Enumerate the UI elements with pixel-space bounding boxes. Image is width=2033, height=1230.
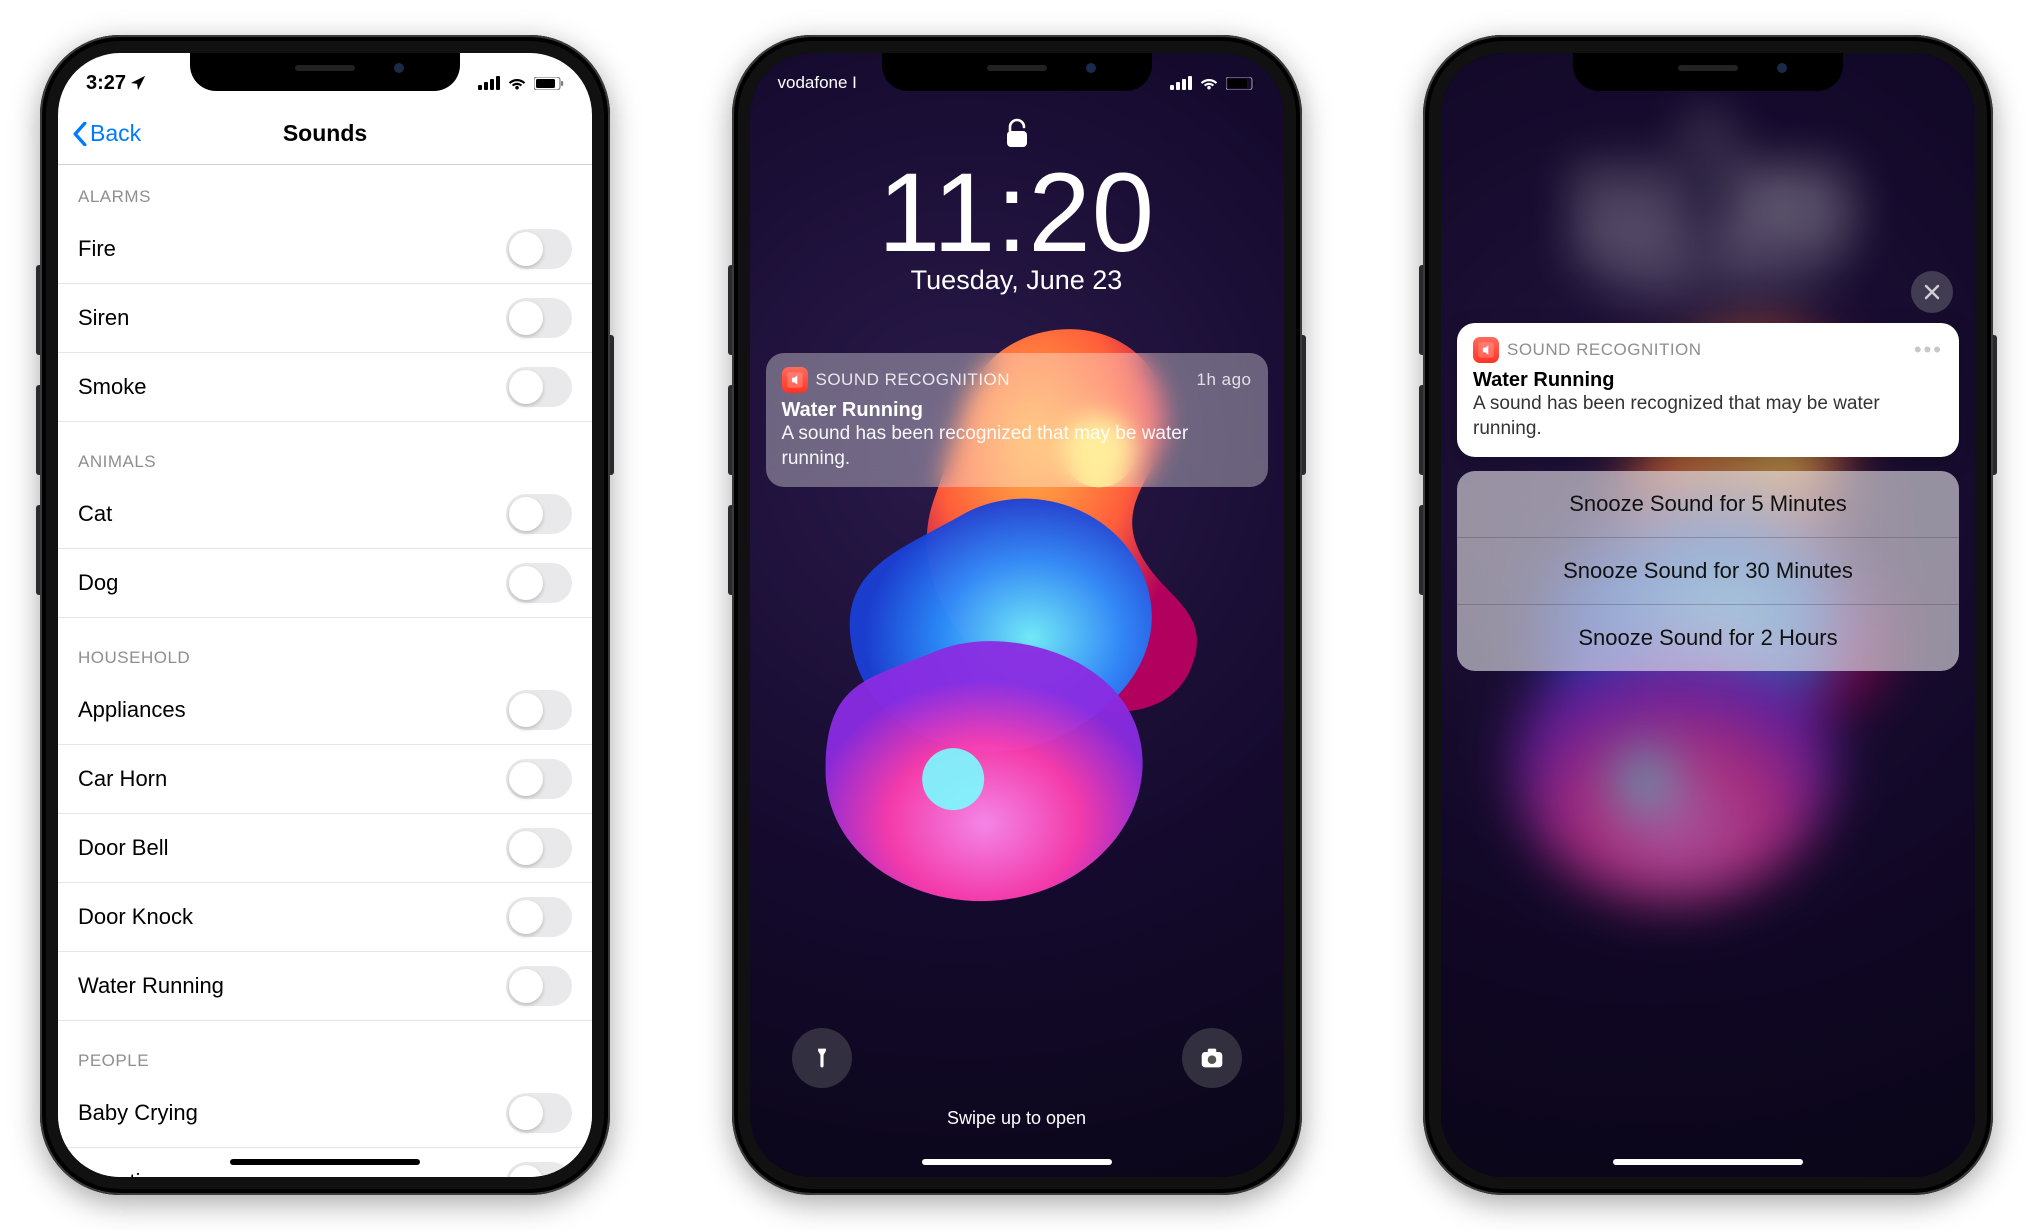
status-carrier: vodafone I — [778, 73, 857, 93]
notification-title: Water Running — [782, 399, 1252, 422]
notification-body: A sound has been recognized that may be … — [782, 422, 1252, 471]
snooze-2-hours[interactable]: Snooze Sound for 2 Hours — [1457, 605, 1959, 671]
row-baby-crying[interactable]: Baby Crying — [58, 1079, 592, 1148]
notification-source: SOUND RECOGNITION — [1507, 340, 1702, 360]
cellular-icon — [1170, 76, 1192, 90]
camera-button[interactable] — [1182, 1028, 1242, 1088]
location-icon — [130, 75, 146, 91]
sound-recognition-icon — [1473, 337, 1499, 363]
phone-settings: 3:27 Back Sounds ALARMS Fir — [40, 35, 610, 1195]
flashlight-icon — [811, 1044, 833, 1072]
sounds-list[interactable]: ALARMS Fire Siren Smoke ANIMALS Cat Dog … — [58, 165, 592, 1177]
close-icon — [1924, 284, 1940, 300]
home-indicator[interactable] — [1613, 1159, 1803, 1165]
section-header-household: HOUSEHOLD — [58, 618, 592, 676]
sound-recognition-icon — [782, 367, 808, 393]
row-fire[interactable]: Fire — [58, 215, 592, 284]
toggle-baby-crying[interactable] — [506, 1093, 572, 1133]
section-header-people: PEOPLE — [58, 1021, 592, 1079]
back-button[interactable]: Back — [72, 120, 141, 147]
row-appliances[interactable]: Appliances — [58, 676, 592, 745]
toggle-smoke[interactable] — [506, 367, 572, 407]
toggle-car-horn[interactable] — [506, 759, 572, 799]
cellular-icon — [478, 76, 500, 90]
close-button[interactable] — [1911, 271, 1953, 313]
notification-body: A sound has been recognized that may be … — [1473, 392, 1943, 441]
toggle-door-knock[interactable] — [506, 897, 572, 937]
section-header-animals: ANIMALS — [58, 422, 592, 480]
section-header-alarms: ALARMS — [58, 165, 592, 215]
wifi-icon — [1199, 76, 1219, 90]
row-water-running[interactable]: Water Running — [58, 952, 592, 1021]
toggle-fire[interactable] — [506, 229, 572, 269]
snooze-menu: Snooze Sound for 5 Minutes Snooze Sound … — [1457, 471, 1959, 671]
camera-icon — [1198, 1046, 1226, 1070]
notification-source: SOUND RECOGNITION — [816, 370, 1011, 390]
row-smoke[interactable]: Smoke — [58, 353, 592, 422]
toggle-siren[interactable] — [506, 298, 572, 338]
toggle-dog[interactable] — [506, 563, 572, 603]
row-car-horn[interactable]: Car Horn — [58, 745, 592, 814]
row-cat[interactable]: Cat — [58, 480, 592, 549]
toggle-appliances[interactable] — [506, 690, 572, 730]
notification-card[interactable]: SOUND RECOGNITION 1h ago Water Running A… — [766, 353, 1268, 487]
swipe-hint: Swipe up to open — [947, 1108, 1086, 1129]
notification-title: Water Running — [1473, 369, 1943, 392]
notch — [1573, 53, 1843, 91]
notch — [190, 53, 460, 91]
flashlight-button[interactable] — [792, 1028, 852, 1088]
lock-header-blurred: 11:20 Tuesday, June 23 — [1441, 113, 1975, 296]
snooze-5-min[interactable]: Snooze Sound for 5 Minutes — [1457, 471, 1959, 538]
battery-icon — [534, 77, 564, 90]
battery-icon — [1226, 77, 1256, 90]
nav-bar: Back Sounds — [58, 103, 592, 165]
lock-bottom: Swipe up to open — [750, 1028, 1284, 1147]
lock-time: 11:20 — [750, 148, 1284, 277]
row-door-knock[interactable]: Door Knock — [58, 883, 592, 952]
notch — [882, 53, 1152, 91]
home-indicator[interactable] — [230, 1159, 420, 1165]
phone-notification-expanded: 11:20 Tuesday, June 23 SOUND RECOGNITION… — [1423, 35, 1993, 1195]
unlock-icon — [1004, 117, 1030, 149]
chevron-left-icon — [72, 122, 88, 146]
status-time: 3:27 — [86, 72, 126, 95]
toggle-door-bell[interactable] — [506, 828, 572, 868]
snooze-30-min[interactable]: Snooze Sound for 30 Minutes — [1457, 538, 1959, 605]
row-dog[interactable]: Dog — [58, 549, 592, 618]
home-indicator[interactable] — [922, 1159, 1112, 1165]
toggle-cat[interactable] — [506, 494, 572, 534]
lock-header: 11:20 Tuesday, June 23 — [750, 113, 1284, 296]
toggle-shouting[interactable] — [506, 1162, 572, 1177]
back-label: Back — [90, 120, 141, 147]
notification-time: 1h ago — [1197, 370, 1252, 390]
lock-date: Tuesday, June 23 — [750, 265, 1284, 296]
toggle-water-running[interactable] — [506, 966, 572, 1006]
wifi-icon — [507, 76, 527, 90]
phone-lockscreen: vodafone I 11:20 Tuesday, June 23 SOUND … — [732, 35, 1302, 1195]
row-door-bell[interactable]: Door Bell — [58, 814, 592, 883]
notification-card-expanded[interactable]: SOUND RECOGNITION ••• Water Running A so… — [1457, 323, 1959, 457]
more-icon[interactable]: ••• — [1914, 337, 1943, 363]
row-siren[interactable]: Siren — [58, 284, 592, 353]
